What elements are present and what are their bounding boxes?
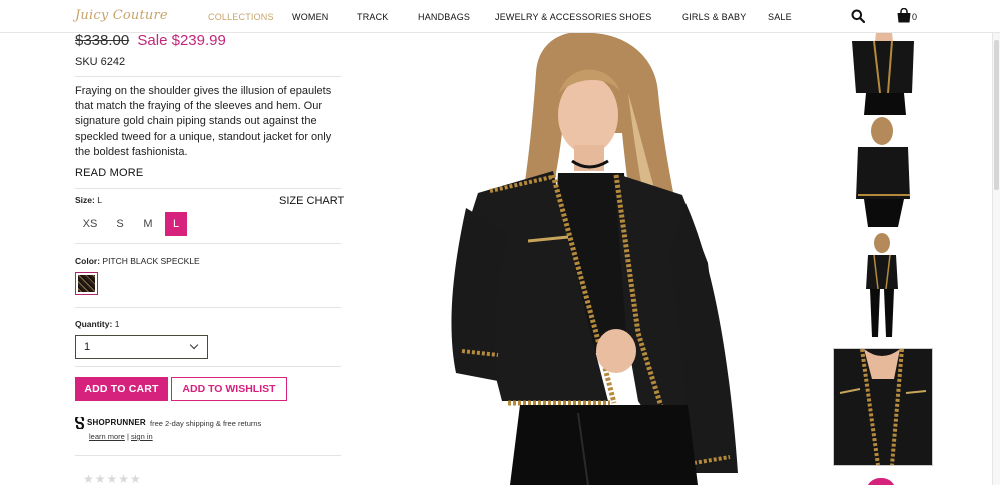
divider	[75, 76, 341, 77]
shopping-bag-icon[interactable]	[896, 8, 912, 23]
search-icon[interactable]	[851, 9, 865, 23]
brand-logo[interactable]: Juicy Couture	[75, 8, 168, 23]
shoprunner-brand: SHOPRUNNER	[87, 418, 146, 427]
product-description: Fraying on the shoulder gives the illusi…	[75, 85, 332, 158]
chevron-down-icon	[189, 340, 199, 350]
divider	[75, 307, 341, 308]
quantity-label-value: 1	[114, 319, 120, 329]
nav-item-jewelry-accessories[interactable]: JEWELRY & ACCESSORIES	[495, 12, 617, 22]
size-label: Size:	[75, 195, 95, 205]
quantity-label-row: Quantity: 1	[75, 319, 119, 329]
divider	[75, 243, 341, 244]
nav-item-handbags[interactable]: HANDBAGS	[418, 12, 470, 22]
size-option-s[interactable]: S	[109, 212, 131, 236]
quantity-label: Quantity:	[75, 319, 113, 329]
size-option-l[interactable]: L	[165, 212, 187, 236]
color-label: Color:	[75, 256, 101, 266]
divider	[75, 366, 341, 367]
product-sku: SKU 6242	[75, 56, 126, 68]
add-to-wishlist-button[interactable]: ADD TO WISHLIST	[171, 377, 287, 401]
product-main-image[interactable]	[428, 33, 758, 485]
nav-item-girls-baby[interactable]: GIRLS & BABY	[682, 12, 746, 22]
shoprunner-logo-icon	[75, 417, 85, 429]
product-thumbnail-selected[interactable]	[833, 348, 933, 466]
color-label-row: Color: PITCH BLACK SPECKLE	[75, 256, 200, 266]
shoprunner-links: learn more | sign in	[89, 432, 153, 441]
sale-price: Sale $239.99	[137, 32, 226, 49]
divider	[75, 455, 341, 456]
swatch-pattern	[78, 275, 95, 292]
color-swatch-pitch-black-speckle[interactable]	[75, 272, 98, 295]
nav-item-women[interactable]: WOMEN	[292, 12, 329, 22]
nav-item-sale[interactable]: SALE	[768, 12, 792, 22]
product-thumbnail[interactable]	[834, 233, 932, 343]
scrollbar-thumb[interactable]	[994, 40, 999, 190]
shoprunner-sign-in-link[interactable]: sign in	[131, 432, 153, 441]
quantity-select-value: 1	[84, 341, 91, 353]
product-thumbnail[interactable]	[834, 117, 932, 227]
rating-stars[interactable]: ★★★★★	[83, 472, 142, 485]
quantity-select[interactable]: 1	[75, 335, 208, 359]
read-more-link[interactable]: READ MORE	[75, 167, 143, 179]
selected-size-value: L	[97, 195, 102, 205]
cart-count: 0	[912, 12, 918, 22]
divider	[75, 188, 341, 189]
add-to-cart-button[interactable]: ADD TO CART	[75, 377, 168, 401]
original-price: $338.00	[75, 32, 130, 49]
selected-color-value: PITCH BLACK SPECKLE	[102, 256, 200, 266]
nav-item-collections[interactable]: COLLECTIONS	[208, 12, 274, 22]
top-navigation: Juicy Couture COLLECTIONS WOMEN TRACK HA…	[0, 0, 1000, 33]
nav-item-track[interactable]: TRACK	[357, 12, 389, 22]
price-row: $338.00 Sale $239.99	[75, 32, 226, 49]
chat-bubble-button[interactable]	[866, 478, 896, 485]
size-chart-link[interactable]: SIZE CHART	[279, 195, 344, 207]
size-label-row: Size: L	[75, 195, 102, 205]
size-option-m[interactable]: M	[137, 212, 159, 236]
product-thumbnail[interactable]	[834, 33, 932, 115]
size-option-xs[interactable]: XS	[79, 212, 101, 236]
shoprunner-text: free 2-day shipping & free returns	[150, 419, 262, 428]
nav-item-shoes[interactable]: SHOES	[619, 12, 652, 22]
shoprunner-learn-more-link[interactable]: learn more	[89, 432, 125, 441]
